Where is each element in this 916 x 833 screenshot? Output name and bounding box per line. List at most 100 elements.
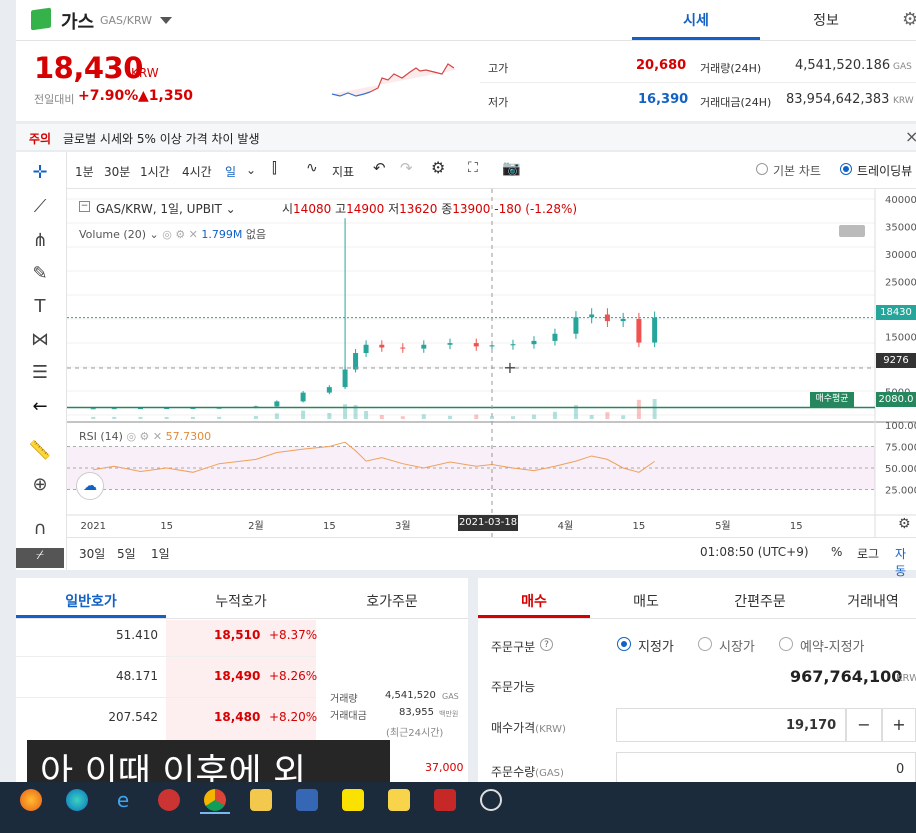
brush-tool-icon[interactable]: ✎ [26,263,54,289]
candle-body [636,318,642,343]
header-divider [16,40,916,41]
range-5d[interactable]: 5일 [117,545,136,562]
candle-body [473,343,479,347]
rsi-tick-label: 100.00 [885,421,916,432]
interval-30m[interactable]: 30분 [104,163,130,180]
buy-price-label: 매수가격(KRW) [491,721,566,735]
ie-icon[interactable]: e [112,789,134,811]
radio-limit[interactable] [617,637,631,651]
candle-body [90,408,96,410]
price-plus-button[interactable]: + [882,708,916,742]
price-minus-button[interactable]: − [846,708,882,742]
fullscreen-icon[interactable]: ⛶ [468,160,478,176]
cloud-logo-icon[interactable]: ☁ [76,472,104,500]
coin-select-chevron-icon[interactable] [160,17,172,24]
sticky-notes-icon[interactable] [388,789,410,811]
tab-trade-history[interactable]: 거래내역 [818,591,916,611]
candle-body [489,345,495,347]
volume-bar [327,413,332,419]
interval-1m[interactable]: 1분 [75,163,94,180]
interval-chevron-down-icon[interactable]: ⌄ [246,163,256,177]
auto-toggle[interactable]: 자동 [895,545,916,579]
price-tick-label: 40000 [885,195,916,206]
kakao-icon[interactable] [342,789,364,811]
ruler-tool-icon[interactable]: 📏 [26,440,54,466]
range-divider [66,537,916,538]
interval-4h[interactable]: 4시간 [182,163,212,180]
clock-app-icon[interactable] [480,789,502,811]
rsi-tick-label: 50.000 [885,464,916,475]
delete-drawings-icon[interactable]: ⌿ [16,548,64,568]
pattern-tool-icon[interactable]: ⋈ [26,329,54,355]
interval-day[interactable]: 일 [225,163,236,180]
screenshot-camera-icon[interactable]: 📷 [502,159,521,177]
crosshair-date-tag: 2021-03-18 [458,515,518,531]
log-toggle[interactable]: 로그 [857,545,879,562]
candle-body [379,344,385,348]
volume-bar [112,416,117,419]
undo-icon[interactable]: ↶ [373,159,386,177]
red-app-icon[interactable] [434,789,456,811]
tab-general-orderbook[interactable]: 일반호가 [16,591,166,611]
date-tick-label: 15 [323,521,336,532]
notice-close-icon[interactable]: × [905,127,916,146]
candle-body [353,353,359,370]
tab-info[interactable]: 정보 [762,10,890,30]
range-30d[interactable]: 30일 [79,545,105,562]
edge-icon[interactable] [66,789,88,811]
candle-type-icon[interactable]: ⫿ [272,159,277,177]
radio-trading-view[interactable] [840,163,852,175]
amt-unit: KRW [893,96,914,106]
trendline-tool-icon[interactable]: ⟋ [26,196,54,222]
redo-icon[interactable]: ↷ [400,159,413,177]
radio-basic-chart[interactable] [756,163,768,175]
volume-bar [301,410,306,419]
zoom-in-icon[interactable]: ⊕ [26,474,54,500]
axis-settings-gear-icon[interactable]: ⚙ [898,516,911,532]
candle-body [510,344,516,346]
settings-gear-icon[interactable]: ⚙ [902,9,916,30]
radio-reserve[interactable] [779,637,793,651]
tab-price[interactable]: 시세 [632,10,760,30]
chart-settings-gear-icon[interactable]: ⚙ [431,158,445,177]
tab-buy[interactable]: 매수 [478,591,590,611]
help-icon[interactable]: ? [540,638,553,651]
indicator-button[interactable]: 지표 [332,163,354,180]
current-price-tag: 18430 [876,305,916,320]
interval-1h[interactable]: 1시간 [140,163,170,180]
chrome-icon[interactable] [204,789,226,811]
table-row[interactable]: 48.171 18,490 +8.26% [16,661,468,691]
tab-order-by-quote[interactable]: 호가주문 [316,591,468,611]
ob-info-amt-unit: 백만원 [439,710,459,718]
percent-toggle[interactable]: % [831,545,842,559]
legend-collapse-icon[interactable]: − [79,201,90,212]
pane-buttons[interactable] [839,225,865,237]
radio-market[interactable] [698,637,712,651]
tab-cumulative-orderbook[interactable]: 누적호가 [166,591,316,611]
text-tool-icon[interactable]: T [26,296,54,322]
indicator-icon[interactable]: ∿ [306,160,318,176]
app-icon[interactable] [158,789,180,811]
order-qty-value: 0 [896,762,905,777]
candle-body [620,318,626,322]
back-arrow-icon[interactable]: ← [26,396,54,422]
tab-sell[interactable]: 매도 [590,591,702,611]
range-1d[interactable]: 1일 [151,545,170,562]
magnet-icon[interactable]: ∩ [26,518,54,544]
volume-bar [448,415,453,419]
explorer-icon[interactable] [250,789,272,811]
order-qty-input[interactable] [616,752,916,786]
rsi-tick-label: 75.000 [885,443,916,454]
volume-bar [474,414,479,419]
crosshair-tool-icon[interactable]: ✛ [26,162,54,188]
ob-info-amt: 83,955 [399,707,434,718]
store-icon[interactable] [296,789,318,811]
coin-name: 가스 [61,12,95,33]
tab-easy-order[interactable]: 간편주문 [702,591,818,611]
table-row[interactable]: 51.410 18,510 +8.37% [16,620,468,650]
volume-bar [274,413,279,419]
volume-bar [364,411,369,419]
pitchfork-tool-icon[interactable]: ⋔ [26,230,54,256]
measure-lines-tool-icon[interactable]: ☰ [26,362,54,388]
firefox-icon[interactable] [20,789,42,811]
